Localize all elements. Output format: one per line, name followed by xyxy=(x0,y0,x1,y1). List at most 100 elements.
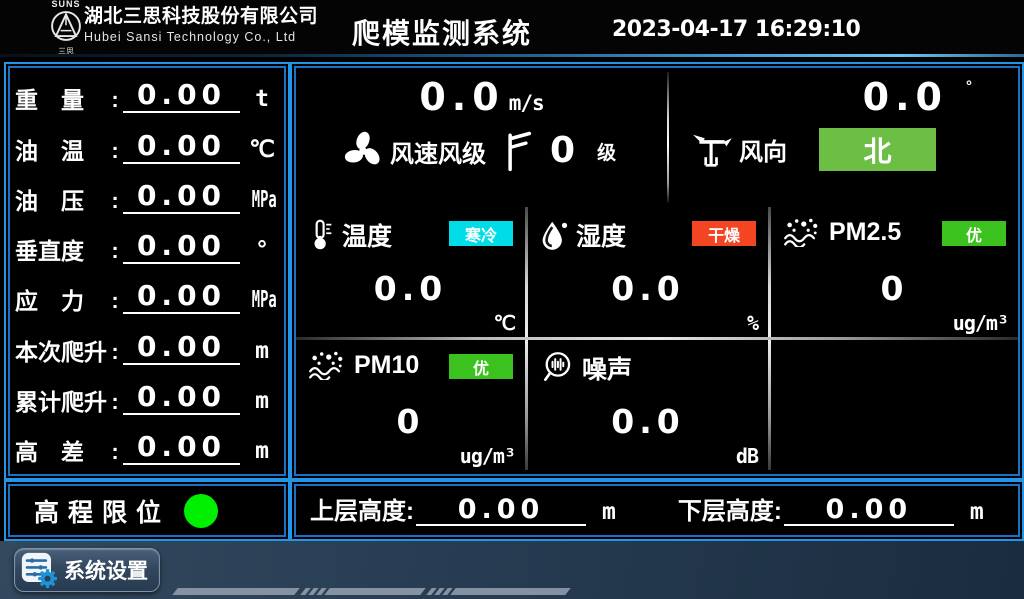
row-label: 油 压 xyxy=(15,188,109,214)
company-name-cn: 湖北三思科技股份有限公司 xyxy=(84,5,318,29)
row-unit: MPa xyxy=(252,286,272,314)
row-weight: 重 量 : 0.00 t xyxy=(15,70,279,120)
sensor-cell-humidity: 湿度 干燥 0.0 % xyxy=(528,207,768,337)
sensor-label: 噪声 xyxy=(582,350,632,386)
sensor-unit: dB xyxy=(736,444,758,468)
row-verticality: 垂直度 : 0.00 ° xyxy=(15,221,279,271)
row-unit: m xyxy=(245,437,279,465)
thermometer-icon xyxy=(308,218,334,252)
row-colon: : xyxy=(109,439,121,465)
sensor-value: 0 xyxy=(296,402,525,441)
row-unit: ° xyxy=(245,236,279,264)
sensor-value: 0 xyxy=(771,269,1018,308)
row-oil-pressure: 油 压 : 0.00 MPa xyxy=(15,171,279,221)
system-settings-label: 系统设置 xyxy=(64,555,148,585)
row-unit: MPa xyxy=(252,186,272,214)
status-badge: 优 xyxy=(449,354,513,379)
wind-level-value: 0 xyxy=(550,131,575,171)
page-title: 爬模监测系统 xyxy=(352,12,532,52)
upper-height-value: 0.00 xyxy=(416,495,586,526)
screen: SUNS 三思 湖北三思科技股份有限公司 Hubei Sansi Technol… xyxy=(0,0,1024,599)
system-settings-button[interactable]: 系统设置 xyxy=(14,548,160,592)
company-name-en: Hubei Sansi Technology Co., Ltd xyxy=(84,29,318,46)
row-unit: ℃ xyxy=(245,136,279,164)
sensor-value: 0.0 xyxy=(296,269,525,308)
row-label: 本次爬升 xyxy=(15,339,109,365)
row-colon: : xyxy=(109,238,121,264)
row-height-diff: 高 差 : 0.00 m xyxy=(15,422,279,472)
wind-level-unit: 级 xyxy=(597,138,616,165)
sensor-value: 0.0 xyxy=(528,402,768,441)
wind-speed-label: 风速风级 xyxy=(390,134,486,169)
row-unit: t xyxy=(245,85,279,113)
wind-direction-button[interactable]: 北 xyxy=(819,128,936,171)
sensor-value: 0.0 xyxy=(528,269,768,308)
status-badge: 干燥 xyxy=(692,221,756,246)
row-oil-temp: 油 温 : 0.00 ℃ xyxy=(15,120,279,170)
row-current-climb: 本次爬升 : 0.00 m xyxy=(15,321,279,371)
sensor-label: PM10 xyxy=(354,351,419,380)
row-label: 高 差 xyxy=(15,439,109,465)
row-value: 0.00 xyxy=(123,432,240,465)
upper-height-group: 上层高度: 0.00 m xyxy=(310,495,616,526)
dust-icon xyxy=(308,350,346,380)
bottom-toolbar: 系统设置 xyxy=(0,541,1024,599)
row-value: 0.00 xyxy=(123,332,240,365)
sensor-cell-noise: 噪声 0.0 dB xyxy=(528,340,768,470)
sensor-unit: ug/m³ xyxy=(460,444,515,468)
row-value: 0.00 xyxy=(123,281,240,314)
sensor-cell-pm10: PM10 优 0 ug/m³ xyxy=(296,340,525,470)
lower-height-unit: m xyxy=(970,498,984,526)
row-label: 重 量 xyxy=(15,87,109,113)
elevation-limit-panel: 高程限位 xyxy=(4,480,290,541)
sensor-cell-empty xyxy=(771,340,1018,470)
row-colon: : xyxy=(109,87,121,113)
wind-vane-icon xyxy=(691,132,733,168)
lower-height-value: 0.00 xyxy=(784,495,954,526)
suns-logo-icon xyxy=(49,9,83,43)
dust-icon xyxy=(783,217,821,247)
row-label: 应 力 xyxy=(15,288,109,314)
wind-level-icon xyxy=(504,130,532,172)
header-divider xyxy=(0,54,1024,57)
status-badge: 寒冷 xyxy=(449,221,513,246)
row-unit: m xyxy=(245,337,279,365)
row-colon: : xyxy=(109,339,121,365)
wind-direction-value: 0.0 xyxy=(863,76,948,118)
sensor-cell-pm25: PM2.5 优 0 ug/m³ xyxy=(771,207,1018,337)
sensor-unit: ug/m³ xyxy=(953,311,1008,335)
status-badge: 优 xyxy=(942,221,1006,246)
sensor-unit: ℃ xyxy=(494,311,515,335)
wind-speed-block: 0.0m/s 风速风级 xyxy=(296,68,667,207)
sensor-label: 湿度 xyxy=(576,217,626,253)
wind-speed-unit: m/s xyxy=(509,91,544,115)
header: SUNS 三思 湖北三思科技股份有限公司 Hubei Sansi Technol… xyxy=(0,0,1024,54)
row-value: 0.00 xyxy=(123,131,240,164)
environment-panel: 0.0 m/s 风速风级 xyxy=(290,62,1024,480)
row-label: 油 温 xyxy=(15,138,109,164)
sensor-label: PM2.5 xyxy=(829,218,901,247)
row-colon: : xyxy=(109,389,121,415)
settings-sliders-gear-icon xyxy=(21,552,57,588)
datetime-display: 2023-04-17 16:29:10 xyxy=(612,17,860,42)
sensor-grid: 温度 寒冷 0.0 ℃ 湿度 干 xyxy=(296,207,1018,470)
row-value: 0.00 xyxy=(123,80,240,113)
measurement-panel: 重 量 : 0.00 t 油 温 : 0.00 ℃ 油 压 : 0.00 MPa… xyxy=(4,62,290,480)
sensor-label: 温度 xyxy=(342,217,392,253)
elevation-limit-indicator xyxy=(184,494,218,528)
droplet-icon xyxy=(540,219,568,251)
wind-direction-block: 0.0 ° 风向 北 xyxy=(669,68,1018,207)
wind-direction-unit: ° xyxy=(966,78,972,95)
row-value: 0.00 xyxy=(123,382,240,415)
upper-height-label: 上层高度: xyxy=(310,498,414,526)
row-stress: 应 力 : 0.00 MPa xyxy=(15,271,279,321)
lower-height-group: 下层高度: 0.00 m xyxy=(678,495,984,526)
row-label: 累计爬升 xyxy=(15,389,109,415)
row-total-climb: 累计爬升 : 0.00 m xyxy=(15,372,279,422)
row-value: 0.00 xyxy=(123,231,240,264)
row-label: 垂直度 xyxy=(15,238,109,264)
row-value: 0.00 xyxy=(123,181,240,214)
lower-height-label: 下层高度: xyxy=(678,498,782,526)
noise-icon xyxy=(540,351,574,385)
row-colon: : xyxy=(109,288,121,314)
